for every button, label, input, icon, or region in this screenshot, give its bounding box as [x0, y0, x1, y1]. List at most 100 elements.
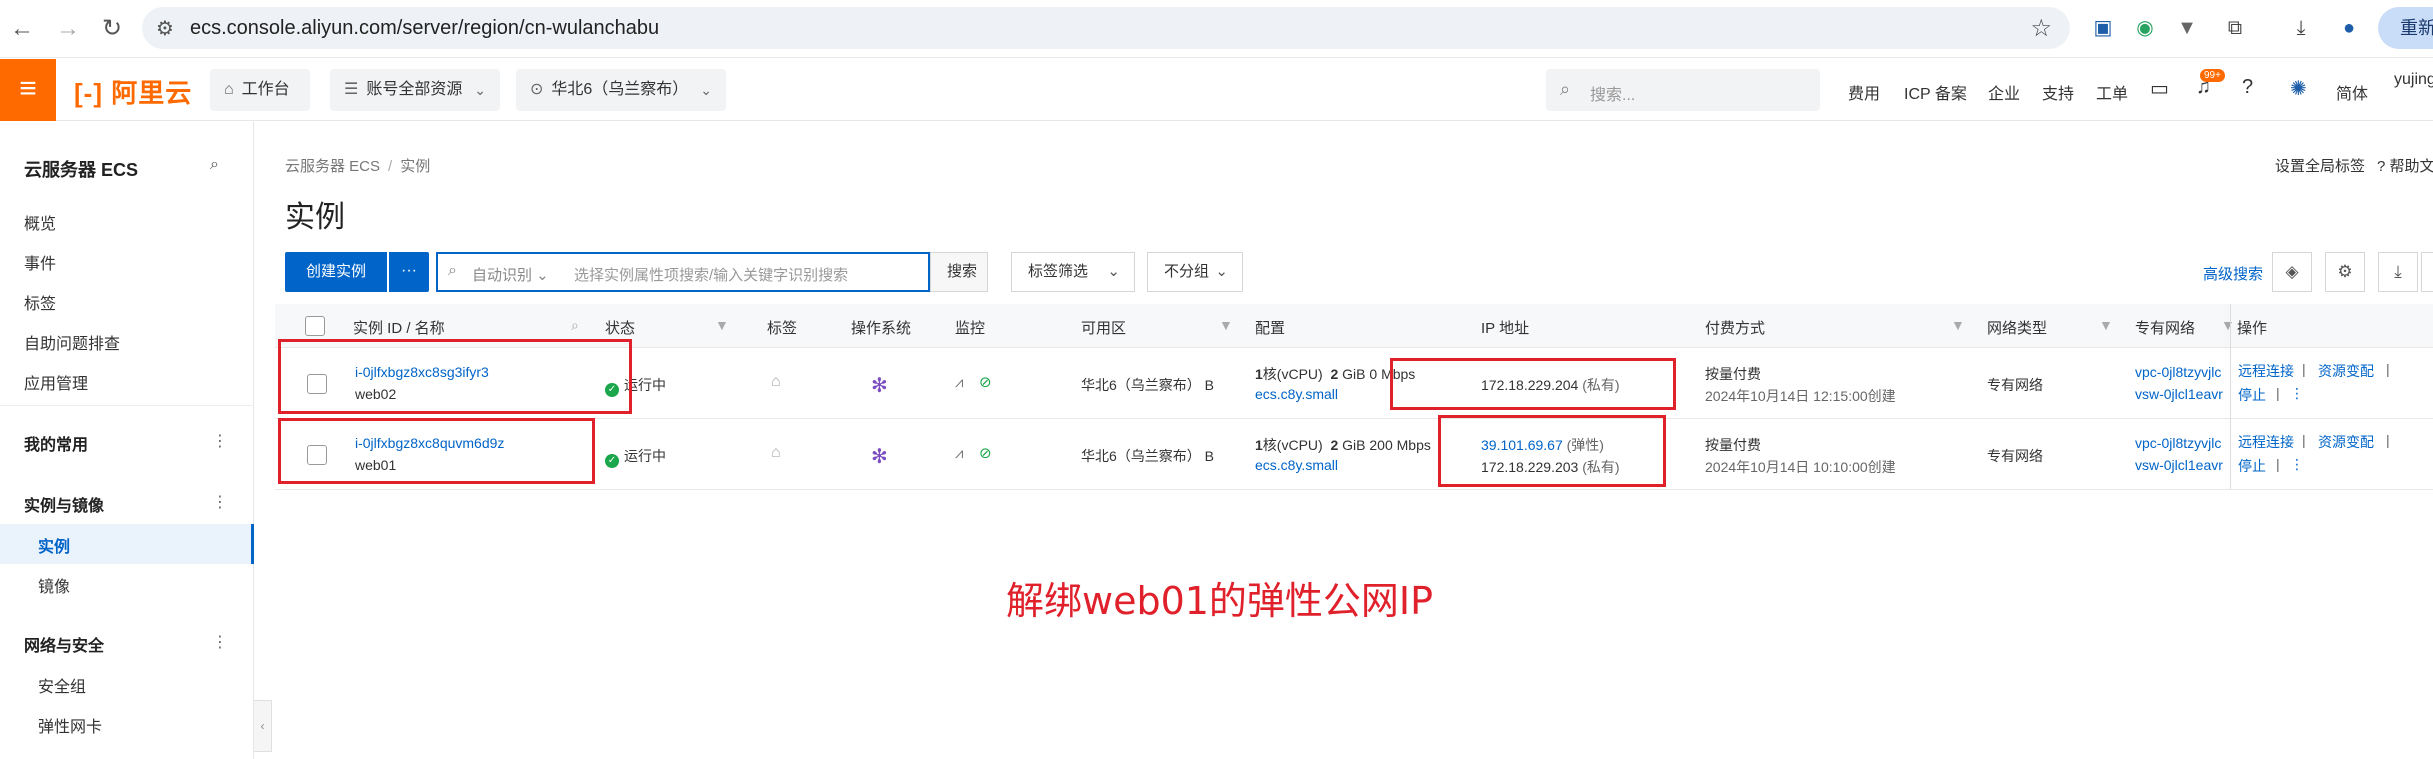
refresh-icon[interactable]	[2421, 252, 2433, 292]
create-instance-button[interactable]: 创建实例	[285, 252, 387, 292]
filter-icon[interactable]: ▼	[1951, 317, 1965, 333]
menu-icon[interactable]: ≡	[0, 59, 56, 121]
filter-icon[interactable]: ▼	[2221, 317, 2235, 333]
terminal-icon[interactable]: ▭	[2150, 76, 2169, 101]
sidebar-item-security-group[interactable]: 安全组	[38, 673, 86, 697]
user-menu[interactable]: yujing	[2394, 71, 2433, 89]
browser-toolbar: ← → ↻ ⚙ ecs.console.aliyun.com/server/re…	[0, 0, 2433, 58]
filter-icon[interactable]: ▼	[2099, 317, 2113, 333]
resource-scope-select[interactable]: ☰ 账号全部资源 ⌄	[330, 69, 500, 111]
sidebar-group-instances[interactable]: 实例与镜像	[24, 492, 104, 516]
resource-change-link[interactable]: 资源变配	[2318, 432, 2374, 452]
address-bar[interactable]: ⚙ ecs.console.aliyun.com/server/region/c…	[142, 7, 2070, 49]
monitor-check-icon[interactable]: ⊘	[979, 373, 992, 391]
vpc-link[interactable]: vpc-0jl8tzyvjlc	[2135, 364, 2221, 380]
more-vertical-icon[interactable]: ⋮	[2290, 385, 2304, 402]
region-select[interactable]: ⊙ 华北6（乌兰察布） ⌄	[516, 69, 726, 111]
search-icon: ⌕	[1560, 79, 1571, 99]
breadcrumb-ecs[interactable]: 云服务器 ECS	[285, 158, 380, 175]
set-global-tags-link[interactable]: 设置全局标签	[2275, 155, 2365, 176]
sidebar-item-images[interactable]: 镜像	[38, 573, 70, 597]
sidebar-item-instances[interactable]: 实例	[38, 533, 70, 557]
tag-filter-select[interactable]: 标签筛选 ⌄	[1011, 252, 1135, 292]
select-all-checkbox[interactable]	[305, 316, 325, 336]
remote-connect-link[interactable]: 远程连接	[2238, 361, 2294, 381]
monitor-chart-icon[interactable]: ⩘	[955, 445, 963, 462]
nav-link-ticket[interactable]: 工单	[2096, 80, 2128, 104]
bookmark-star-icon[interactable]: ☆	[2030, 14, 2052, 43]
ops-separator: |	[2276, 385, 2280, 401]
filter-icon[interactable]: ▼	[715, 317, 729, 333]
status-text: 运行中	[624, 448, 666, 464]
vswitch-link[interactable]: vsw-0jlcl1eavr	[2135, 386, 2223, 402]
relaunch-button[interactable]: 重新启	[2378, 7, 2433, 49]
settings-gear-icon[interactable]: ⚙	[2325, 252, 2365, 292]
search-icon[interactable]: ⌕	[210, 156, 219, 174]
col-os: 操作系统	[851, 320, 912, 337]
workbench-button[interactable]: ⌂ 工作台	[210, 69, 310, 111]
reload-icon[interactable]: ↻	[96, 13, 128, 45]
more-vertical-icon[interactable]: ⋮	[2290, 456, 2304, 473]
search-placeholder: 选择实例属性项搜索/输入关键字识别搜索	[574, 267, 849, 284]
sidebar-group-favorites[interactable]: 我的常用	[24, 431, 88, 455]
url-text[interactable]: ecs.console.aliyun.com/server/region/cn-…	[190, 17, 659, 40]
col-zone: 可用区	[1081, 320, 1127, 337]
nav-link-billing[interactable]: 费用	[1848, 80, 1880, 104]
help-link[interactable]: ? 帮助文	[2377, 155, 2433, 176]
assistant-icon[interactable]: ✺	[2290, 76, 2307, 101]
aliyun-logo[interactable]: [-] 阿里云	[74, 73, 192, 110]
sidebar-item-overview[interactable]: 概览	[24, 210, 56, 234]
extensions-puzzle-icon[interactable]: ⧉	[2220, 13, 2250, 43]
monitor-check-icon[interactable]: ⊘	[979, 444, 992, 462]
sidebar-group-network[interactable]: 网络与安全	[24, 632, 104, 656]
sidebar-item-apps[interactable]: 应用管理	[24, 370, 88, 394]
extension-v-icon[interactable]: ▼	[2172, 13, 2202, 43]
vpc-link[interactable]: vpc-0jl8tzyvjlc	[2135, 435, 2221, 451]
more-vertical-icon[interactable]: ⋮	[212, 632, 228, 652]
forward-icon[interactable]: →	[52, 13, 84, 45]
search-button[interactable]: 搜索	[930, 252, 988, 292]
site-settings-icon[interactable]: ⚙	[156, 16, 174, 41]
stop-link[interactable]: 停止	[2238, 385, 2266, 405]
col-billing: 付费方式	[1705, 320, 1766, 337]
back-icon[interactable]: ←	[6, 13, 38, 45]
extension-download-icon[interactable]: ▣	[2088, 13, 2118, 43]
instance-spec-link[interactable]: ecs.c8y.small	[1255, 386, 1338, 402]
tag-icon[interactable]: ⌂	[771, 373, 781, 391]
bandwidth: 200 Mbps	[1369, 437, 1431, 453]
monitor-chart-icon[interactable]: ⩘	[955, 374, 963, 391]
sidebar-item-troubleshoot[interactable]: 自助问题排查	[24, 330, 120, 354]
downloads-icon[interactable]: ⤓	[2286, 13, 2316, 43]
resource-change-link[interactable]: 资源变配	[2318, 361, 2374, 381]
group-select[interactable]: 不分组 ⌄	[1147, 252, 1243, 292]
stop-link[interactable]: 停止	[2238, 456, 2266, 476]
language-switch[interactable]: 简体	[2336, 80, 2368, 104]
nav-link-enterprise[interactable]: 企业	[1988, 80, 2020, 104]
more-actions-button[interactable]: ···	[389, 252, 429, 292]
help-icon[interactable]: ?	[2242, 76, 2253, 99]
instance-search-input[interactable]: ⌕ 自动识别 ⌄ 选择实例属性项搜索/输入关键字识别搜索	[436, 252, 930, 292]
tag-icon[interactable]: ⌂	[771, 444, 781, 462]
search-icon[interactable]: ⌕	[571, 317, 579, 334]
more-vertical-icon[interactable]: ⋮	[212, 492, 228, 512]
sidebar-item-tags[interactable]: 标签	[24, 290, 56, 314]
col-monitor: 监控	[955, 320, 986, 337]
export-download-icon[interactable]: ⤓	[2378, 252, 2418, 292]
nav-link-icp[interactable]: ICP 备案	[1904, 80, 1967, 104]
layers-icon[interactable]: ◈	[2272, 252, 2312, 292]
filter-icon[interactable]: ▼	[1219, 317, 1233, 333]
search-attribute-select[interactable]: 自动识别 ⌄	[472, 264, 549, 285]
instance-spec-link[interactable]: ecs.c8y.small	[1255, 457, 1338, 473]
extension-green-icon[interactable]: ◉	[2130, 13, 2160, 43]
remote-connect-link[interactable]: 远程连接	[2238, 432, 2294, 452]
vswitch-link[interactable]: vsw-0jlcl1eavr	[2135, 457, 2223, 473]
created-time: 2024年10月14日 12:15:00创建	[1705, 388, 1896, 404]
more-vertical-icon[interactable]: ⋮	[212, 431, 228, 451]
chevron-down-icon: ⌄	[1107, 263, 1120, 280]
global-search-input[interactable]: ⌕ 搜索...	[1546, 69, 1820, 111]
nav-link-support[interactable]: 支持	[2042, 80, 2074, 104]
profile-icon[interactable]: ●	[2334, 13, 2364, 43]
advanced-search-link[interactable]: 高级搜索	[2203, 263, 2263, 284]
sidebar-item-eni[interactable]: 弹性网卡	[38, 713, 102, 737]
sidebar-item-events[interactable]: 事件	[24, 250, 56, 274]
